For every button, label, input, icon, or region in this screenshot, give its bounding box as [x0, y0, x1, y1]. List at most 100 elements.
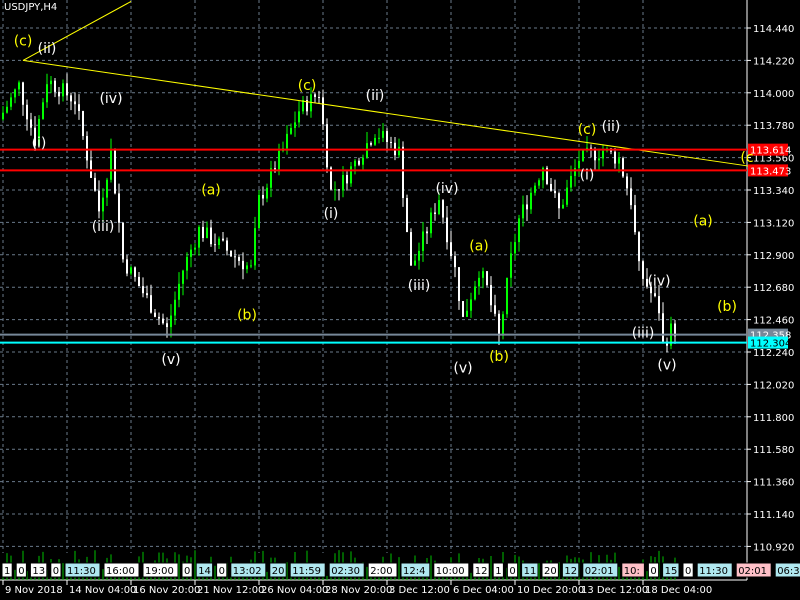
candle-body: [74, 101, 76, 105]
time-strip-label: 19:00: [145, 566, 174, 577]
candle-body: [86, 136, 88, 161]
candle-body: [206, 227, 208, 239]
candle-body: [434, 212, 436, 214]
candle-body: [566, 187, 568, 205]
time-strip-label: 2:00: [370, 566, 392, 577]
x-tick-label: 14 Nov 04:00: [69, 585, 136, 596]
y-tick-label: 111.800: [753, 413, 794, 424]
y-tick-label: 113.120: [753, 218, 794, 229]
wave-label: (b): [489, 349, 509, 365]
time-strip-label: 16:00: [106, 566, 135, 577]
candle-body: [318, 96, 320, 98]
candle-body: [534, 185, 536, 193]
candle-body: [162, 318, 164, 324]
candle-body: [66, 83, 68, 96]
candle-body: [158, 316, 160, 319]
candle-body: [82, 111, 84, 137]
chart-title: USDJPY,H4: [4, 2, 58, 13]
candle-body: [42, 102, 44, 119]
y-tick-label: 112.900: [753, 251, 794, 262]
candle-body: [386, 131, 388, 143]
time-strip-label: 0: [184, 566, 190, 577]
candle-body: [502, 314, 504, 336]
candle-body: [14, 89, 16, 98]
time-strip-label: 11:30: [699, 566, 728, 577]
candle-body: [122, 222, 124, 260]
candle-body: [186, 256, 188, 271]
candle-body: [538, 180, 540, 186]
candle-body: [570, 175, 572, 188]
candle-body: [462, 301, 464, 317]
candle-body: [406, 197, 408, 233]
candle-body: [598, 158, 600, 161]
candle-body: [134, 267, 136, 277]
candle-body: [286, 133, 288, 149]
candle-body: [630, 188, 632, 206]
candle-body: [494, 305, 496, 314]
price-label: 113.473: [750, 166, 791, 177]
candle-body: [422, 231, 424, 251]
price-chart[interactable]: 114.440114.220114.000113.780113.560113.3…: [0, 0, 800, 600]
wave-label: (c): [298, 78, 317, 94]
candle-body: [654, 293, 656, 297]
y-tick-label: 111.360: [753, 478, 794, 489]
time-strip-label: 0: [509, 566, 515, 577]
candle-body: [10, 97, 12, 107]
candle-body: [250, 265, 252, 267]
wave-label: (v): [161, 352, 180, 368]
candle-body: [258, 194, 260, 229]
candle-body: [110, 148, 112, 180]
x-tick-label: 3 Dec 12:00: [389, 585, 450, 596]
candle-body: [638, 232, 640, 262]
candle-body: [378, 137, 380, 139]
candle-body: [362, 157, 364, 165]
wave-label: (c: [740, 150, 753, 166]
candle-body: [474, 286, 476, 300]
y-tick-label: 112.240: [753, 348, 794, 359]
wave-label: (iv): [435, 181, 458, 197]
time-strip-label: 0: [650, 566, 656, 577]
candle-body: [614, 151, 616, 164]
candle-body: [370, 143, 372, 145]
candle-body: [346, 175, 348, 184]
candle-body: [414, 260, 416, 266]
wave-label: (a): [693, 213, 713, 229]
candle-body: [554, 190, 556, 194]
time-strip-label: 02:30: [331, 566, 360, 577]
time-strip-label: 10:: [624, 566, 640, 577]
candle-body: [194, 247, 196, 250]
candle-body: [278, 150, 280, 172]
candle-body: [130, 267, 132, 274]
time-strip-label: 0: [18, 566, 24, 577]
candle-body: [334, 189, 336, 191]
wave-label: (iv): [99, 91, 122, 107]
candle-body: [398, 146, 400, 156]
candle-body: [170, 315, 172, 328]
wave-label: (b): [717, 299, 737, 315]
y-tick-label: 111.140: [753, 510, 794, 521]
time-strip-label: 14: [198, 566, 211, 577]
time-strip-label: 0: [53, 566, 59, 577]
candle-body: [2, 112, 4, 120]
x-tick-label: 13 Dec 12:00: [581, 585, 648, 596]
x-tick-label: 26 Nov 04:00: [261, 585, 328, 596]
candle-body: [322, 97, 324, 125]
candle-body: [142, 286, 144, 294]
y-tick-label: 114.440: [753, 24, 794, 35]
time-strip-label: 1: [495, 566, 501, 577]
candle-body: [558, 193, 560, 209]
candle-body: [342, 175, 344, 191]
candle-body: [234, 256, 236, 258]
candle-body: [166, 323, 168, 328]
candle-body: [290, 127, 292, 134]
wave-label: (i): [32, 135, 47, 151]
candle-body: [410, 232, 412, 266]
candle-body: [522, 204, 524, 219]
x-tick-label: 28 Nov 20:00: [325, 585, 392, 596]
candle-body: [402, 146, 404, 198]
candle-body: [442, 200, 444, 218]
candle-body: [430, 212, 432, 234]
candle-body: [562, 204, 564, 209]
y-tick-label: 111.580: [753, 445, 794, 456]
candle-body: [90, 160, 92, 178]
